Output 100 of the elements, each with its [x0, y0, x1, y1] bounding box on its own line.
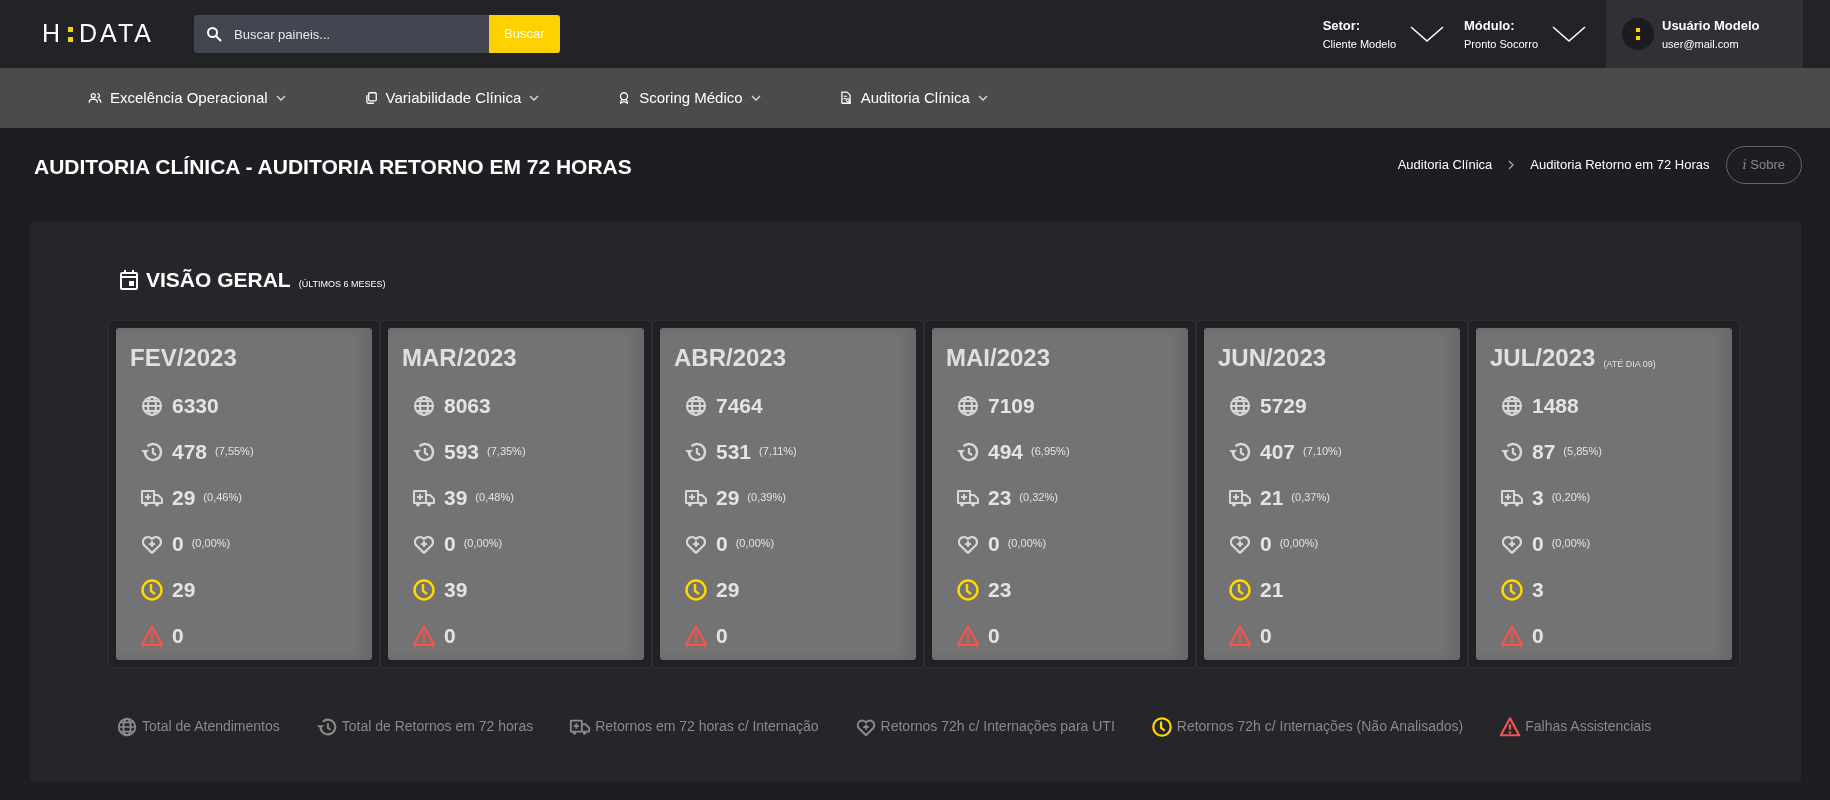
clock-icon: [1500, 577, 1524, 602]
metric-value: 29: [172, 576, 196, 603]
selector-dropdown[interactable]: Módulo: Pronto Socorro: [1464, 16, 1586, 52]
clock-icon: [684, 577, 708, 602]
page-title: AUDITORIA CLÍNICA - AUDITORIA RETORNO EM 72 HORAS: [34, 154, 632, 180]
metric-value: 29: [716, 484, 740, 511]
month-title: JUL/2023: [1490, 342, 1596, 373]
chevron-down-icon: [750, 95, 761, 101]
metric-value: 8063: [444, 392, 491, 419]
metric-value: 0: [172, 622, 184, 649]
metric-percent: (0,20%): [1551, 490, 1591, 506]
metric-value: 39: [444, 576, 468, 603]
metric-percent: (0,32%): [1019, 490, 1058, 506]
section-subtitle: (ÚLTIMOS 6 MESES): [298, 278, 386, 291]
metric-value: 5729: [1260, 392, 1307, 419]
globe-icon: [116, 715, 138, 738]
metric-value: 0: [1532, 622, 1544, 649]
month-title: JUN/2023: [1218, 342, 1327, 373]
metric-value: 29: [172, 484, 196, 511]
metric-value: 407: [1260, 438, 1296, 465]
warning-icon: [684, 623, 708, 648]
menu-item[interactable]: Excelência Operacional: [82, 85, 292, 111]
metric-value: 0: [1260, 530, 1272, 557]
menu-item[interactable]: Variabilidade Clínica: [357, 85, 546, 111]
metric-percent: (0,00%): [1007, 536, 1047, 552]
selector-label: Módulo:: [1464, 17, 1516, 35]
metric-value: 0: [716, 622, 728, 649]
metric-value: 3: [1532, 576, 1544, 603]
menu-item[interactable]: Auditoria Clínica: [832, 85, 994, 111]
legend-label: Total de Retornos em 72 horas: [341, 717, 534, 736]
legend-label: Falhas Assistenciais: [1525, 717, 1652, 736]
warning-icon: [956, 623, 980, 648]
selector-dropdown[interactable]: Setor: Cliente Modelo: [1322, 16, 1444, 52]
metric-value: 1488: [1532, 392, 1579, 419]
metric-value: 6330: [172, 392, 219, 419]
metric-percent: (0,00%): [463, 536, 503, 552]
metric-value: 7464: [716, 392, 763, 419]
menu-item[interactable]: Scoring Médico: [611, 85, 767, 111]
legend-label: Retornos 72h c/ Internações (Não Analisados): [1176, 717, 1464, 736]
metric-percent: (7,55%): [215, 444, 254, 460]
legend-label: Total de Atendimentos: [142, 717, 280, 736]
search-field[interactable]: Buscar paineis...: [194, 15, 490, 53]
report-icon: [838, 91, 853, 105]
user-name: Usuário Modelo: [1662, 17, 1760, 35]
metric-value: 0: [444, 622, 456, 649]
globe-icon: [1500, 393, 1524, 418]
globe-icon: [1228, 393, 1252, 418]
metric-value: 478: [172, 438, 208, 465]
chevron-down-icon: [1410, 25, 1444, 43]
month-title: FEV/2023: [130, 342, 237, 373]
metric-percent: (0,00%): [191, 536, 231, 552]
selector-label: Setor:: [1322, 17, 1362, 35]
metric-value: 0: [716, 530, 728, 557]
metric-value: 0: [988, 622, 1000, 649]
breadcrumb-link[interactable]: Auditoria Clínica: [1397, 155, 1493, 175]
metric-value: 7109: [988, 392, 1035, 419]
metric-percent: (0,00%): [735, 536, 775, 552]
clock-icon: [1150, 715, 1173, 738]
clock-icon: [412, 577, 436, 602]
metric-value: 23: [988, 484, 1012, 511]
people-icon: [88, 91, 102, 105]
metric-percent: (7,11%): [759, 444, 797, 460]
metric-value: 23: [988, 576, 1012, 603]
warning-icon: [140, 623, 164, 648]
metric-percent: (6,95%): [1031, 444, 1070, 460]
chevron-down-icon: [1552, 25, 1586, 43]
globe-icon: [684, 393, 708, 418]
metric-value: 0: [1260, 622, 1272, 649]
globe-icon: [956, 393, 980, 418]
metric-value: 0: [172, 530, 184, 557]
breadcrumb-link[interactable]: Auditoria Retorno em 72 Horas: [1530, 155, 1710, 175]
month-title: MAI/2023: [946, 342, 1051, 373]
chevron-down-icon: [529, 95, 540, 101]
month-title: ABR/2023: [674, 342, 787, 373]
chevron-down-icon: [275, 95, 286, 101]
selector-value: Cliente Modelo: [1322, 36, 1396, 52]
metric-value: 39: [444, 484, 468, 511]
month-note: (ATÉ DIA 09): [1603, 358, 1656, 371]
metric-value: 21: [1260, 576, 1284, 603]
metric-value: 0: [1532, 530, 1544, 557]
logo-text: DATA: [79, 18, 155, 50]
legend-label: Retornos em 72 horas c/ Internação: [595, 717, 819, 736]
copy-icon: [363, 91, 378, 105]
metric-value: 531: [716, 438, 752, 465]
metric-value: 593: [444, 438, 480, 465]
metric-percent: (0,39%): [747, 490, 786, 506]
clock-icon: [1228, 577, 1252, 602]
metric-value: 0: [988, 530, 1000, 557]
legend-label: Retornos 72h c/ Internações para UTI: [880, 717, 1115, 736]
warning-icon: [412, 623, 436, 648]
warning-icon: [1228, 623, 1252, 648]
globe-icon: [140, 393, 164, 418]
warning-icon: [1500, 623, 1524, 648]
avatar-icon: [1622, 18, 1654, 50]
metric-value: 29: [716, 576, 740, 603]
metric-value: 21: [1260, 484, 1284, 511]
metric-percent: (7,10%): [1303, 444, 1342, 460]
globe-icon: [412, 393, 436, 418]
search-icon: [206, 26, 223, 42]
selector-value: Pronto Socorro: [1464, 36, 1538, 52]
